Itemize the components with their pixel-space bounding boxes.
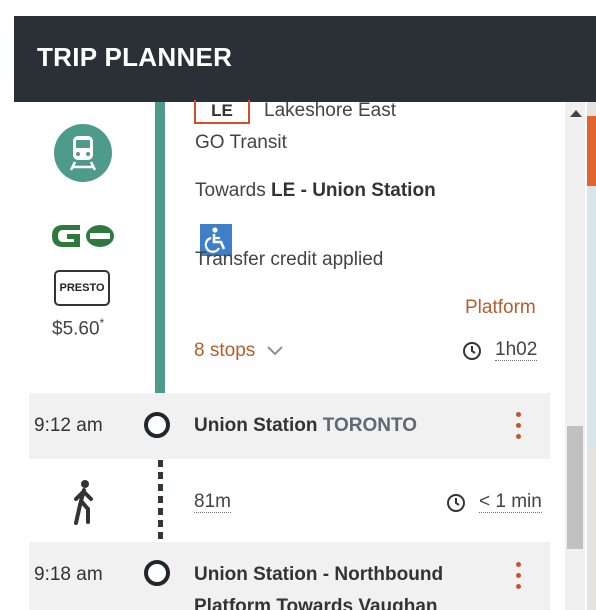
more-options-icon[interactable]	[513, 412, 523, 444]
agency-name: GO Transit	[195, 132, 287, 153]
stop-marker	[144, 560, 170, 586]
clock-icon	[447, 494, 465, 512]
map-water	[587, 188, 596, 448]
transfer-note: Transfer credit applied	[195, 249, 384, 270]
stop-city: TORONTO	[322, 415, 418, 436]
trip-planner-panel: TRIP PLANNER LE Lakeshore East GO Transi…	[14, 16, 596, 610]
train-icon	[54, 124, 112, 182]
walking-person-icon	[70, 479, 96, 530]
scrollbar-thumb[interactable]	[567, 426, 583, 549]
stop-time: 9:18 am	[34, 564, 103, 585]
go-logo-icon	[50, 219, 116, 258]
stop-name-line2: Platform Towards Vaughan	[194, 596, 438, 610]
walk-distance: 81m	[194, 491, 231, 513]
stop-name: Union Station TORONTO	[194, 415, 417, 437]
more-options-icon[interactable]	[513, 562, 523, 594]
towards-text: Towards LE - Union Station	[195, 180, 436, 202]
stops-label: 8 stops	[194, 340, 256, 361]
scroll-up-arrow-icon[interactable]	[570, 110, 582, 117]
fare-note-mark: *	[99, 316, 105, 330]
header: TRIP PLANNER	[14, 16, 596, 102]
towards-prefix: Towards	[195, 180, 266, 201]
stop-time: 9:12 am	[34, 415, 103, 436]
walk-duration: < 1 min	[479, 491, 542, 513]
stops-toggle[interactable]: 8 stops	[194, 340, 285, 362]
towards-destination: LE - Union Station	[271, 180, 436, 201]
route-line-green	[155, 102, 165, 410]
itinerary: LE Lakeshore East GO Transit PRESTO $5.6…	[14, 100, 596, 610]
line-badge: LE	[194, 100, 250, 124]
fare-value: $5.60	[52, 318, 100, 340]
clock-icon	[463, 342, 481, 360]
chevron-down-icon	[266, 346, 283, 356]
leg-duration: 1h02	[495, 339, 538, 361]
fare-amount: $5.60*	[52, 316, 104, 340]
stop-station: Union Station	[194, 415, 318, 436]
platform-link[interactable]: Platform	[465, 297, 536, 319]
presto-card-icon: PRESTO	[54, 270, 110, 306]
map-route-segment	[587, 116, 596, 186]
stop-marker	[144, 412, 170, 438]
page-title: TRIP PLANNER	[37, 42, 233, 72]
line-name: Lakeshore East	[264, 100, 397, 121]
stop-name-line1: Union Station - Northbound	[194, 564, 444, 585]
